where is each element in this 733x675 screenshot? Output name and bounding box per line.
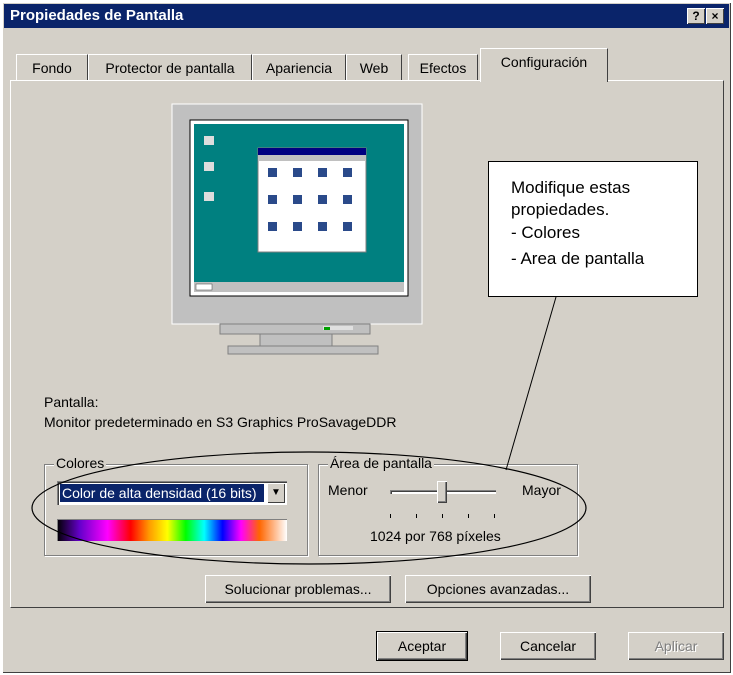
tab-configuracion[interactable]: Configuración [480,48,608,82]
troubleshoot-button[interactable]: Solucionar problemas... [205,575,391,603]
highlight-ellipse [31,451,587,565]
cancel-button[interactable]: Cancelar [500,632,596,660]
apply-button[interactable]: Aplicar [628,632,724,660]
callout-pointer-line [505,296,557,471]
annotation-overlay [31,296,587,565]
ok-button[interactable]: Aceptar [376,631,468,661]
advanced-options-button[interactable]: Opciones avanzadas... [405,575,591,603]
